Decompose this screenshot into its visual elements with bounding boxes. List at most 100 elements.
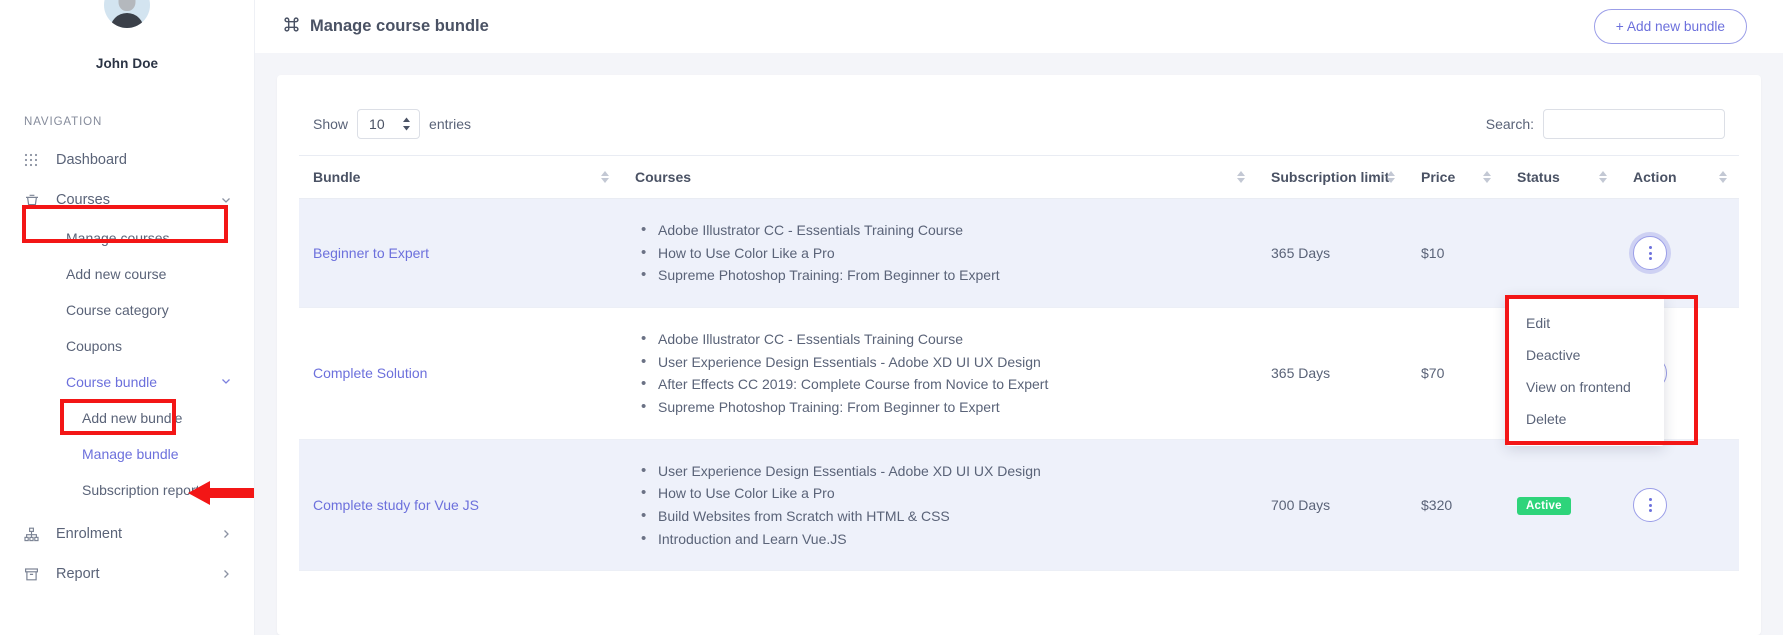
sidebar-item-label: Add new course — [66, 266, 166, 282]
column-label: Price — [1421, 169, 1455, 185]
column-header-price[interactable]: Price — [1407, 156, 1503, 199]
column-header-subscription-limit[interactable]: Subscription limit — [1257, 156, 1407, 199]
sidebar-item-manage-courses[interactable]: Manage courses — [0, 220, 254, 256]
sort-icon — [1237, 171, 1245, 183]
course-list: Adobe Illustrator CC - Essentials Traini… — [635, 219, 1243, 287]
sidebar-item-label: Course bundle — [66, 374, 157, 390]
grid-dots-icon — [24, 153, 46, 167]
column-header-status[interactable]: Status — [1503, 156, 1619, 199]
sidebar-item-report[interactable]: Report — [0, 554, 254, 594]
sidebar-item-add-new-bundle[interactable]: Add new bundle — [0, 400, 254, 436]
course-item: User Experience Design Essentials - Adob… — [639, 351, 1243, 374]
search-label: Search: — [1486, 116, 1534, 132]
cell-courses: User Experience Design Essentials - Adob… — [621, 439, 1257, 571]
table-controls: Show 10 25 50 100 — [299, 101, 1739, 155]
add-new-bundle-button[interactable]: + Add new bundle — [1594, 9, 1747, 44]
course-item: After Effects CC 2019: Complete Course f… — [639, 373, 1243, 396]
course-item: Adobe Illustrator CC - Essentials Traini… — [639, 328, 1243, 351]
chevron-right-icon — [220, 528, 232, 540]
sitemap-icon — [24, 527, 46, 542]
sidebar-item-label: Manage courses — [66, 230, 170, 246]
cell-price: $10 — [1407, 199, 1503, 308]
cell-status: Active — [1503, 439, 1619, 571]
sidebar-item-label: Enrolment — [46, 526, 220, 542]
cell-subscription-limit: 365 Days — [1257, 308, 1407, 440]
sidebar-item-label: Course category — [66, 302, 169, 318]
nav-section-heading: NAVIGATION — [0, 78, 254, 140]
course-item: How to Use Color Like a Pro — [639, 482, 1243, 505]
sidebar-item-course-bundle[interactable]: Course bundle — [0, 364, 254, 400]
column-label: Status — [1517, 169, 1560, 185]
profile-name: John Doe — [0, 56, 254, 71]
dropdown-item-delete[interactable]: Delete — [1506, 403, 1664, 435]
sidebar-item-courses[interactable]: Courses — [0, 180, 254, 220]
course-item: Supreme Photoshop Training: From Beginne… — [639, 396, 1243, 419]
page-length-wrap: 10 25 50 100 — [357, 109, 420, 139]
cell-price: $70 — [1407, 308, 1503, 440]
page-topbar: Manage course bundle + Add new bundle — [255, 0, 1783, 53]
sidebar-item-enrolment[interactable]: Enrolment — [0, 514, 254, 554]
profile-banner: John Doe — [0, 0, 254, 78]
search-input[interactable] — [1543, 109, 1725, 139]
table-row: Complete study for Vue JS User Experienc… — [299, 439, 1739, 571]
bundle-link[interactable]: Complete Solution — [313, 365, 427, 381]
sidebar-item-add-new-course[interactable]: Add new course — [0, 256, 254, 292]
sidebar-item-coupons[interactable]: Coupons — [0, 328, 254, 364]
entries-label: entries — [429, 116, 471, 132]
three-dots-vertical-icon — [1649, 498, 1652, 512]
sidebar-item-course-category[interactable]: Course category — [0, 292, 254, 328]
column-header-courses[interactable]: Courses — [621, 156, 1257, 199]
sidebar-item-label: Coupons — [66, 338, 122, 354]
dropdown-item-deactive[interactable]: Deactive — [1506, 339, 1664, 371]
bundle-link[interactable]: Beginner to Expert — [313, 245, 429, 261]
sidebar-item-label: Add new bundle — [82, 410, 182, 426]
sort-icon — [601, 171, 609, 183]
cell-bundle: Complete Solution — [299, 308, 621, 440]
cell-status — [1503, 199, 1619, 308]
sidebar: John Doe NAVIGATION Dashboard — [0, 0, 255, 635]
status-badge: Active — [1517, 497, 1571, 515]
column-header-action[interactable]: Action — [1619, 156, 1739, 199]
column-label: Subscription limit — [1271, 169, 1389, 185]
page-length-select[interactable]: 10 25 50 100 — [357, 109, 420, 139]
table-header-row: Bundle Courses Subscription limit P — [299, 156, 1739, 199]
page-title: Manage course bundle — [283, 16, 489, 38]
column-label: Bundle — [313, 169, 360, 185]
chevron-down-icon — [220, 374, 232, 390]
search-control: Search: — [1486, 109, 1725, 139]
cell-subscription-limit: 700 Days — [1257, 439, 1407, 571]
table-head: Bundle Courses Subscription limit P — [299, 156, 1739, 199]
row-action-menu-button[interactable] — [1633, 236, 1667, 270]
dropdown-item-edit[interactable]: Edit — [1506, 307, 1664, 339]
sidebar-item-label: Report — [46, 566, 220, 582]
column-label: Courses — [635, 169, 691, 185]
dropdown-item-view-on-frontend[interactable]: View on frontend — [1506, 371, 1664, 403]
course-list: Adobe Illustrator CC - Essentials Traini… — [635, 328, 1243, 419]
sort-icon — [1483, 171, 1491, 183]
sidebar-item-manage-bundle[interactable]: Manage bundle — [0, 436, 254, 472]
column-label: Action — [1633, 169, 1677, 185]
sort-icon — [1599, 171, 1607, 183]
sort-icon — [1387, 171, 1395, 183]
chevron-right-icon — [220, 568, 232, 580]
cell-subscription-limit: 365 Days — [1257, 199, 1407, 308]
app-root: John Doe NAVIGATION Dashboard — [0, 0, 1783, 635]
row-action-menu-button[interactable] — [1633, 488, 1667, 522]
column-header-bundle[interactable]: Bundle — [299, 156, 621, 199]
sidebar-item-label: Manage bundle — [82, 446, 179, 462]
chevron-down-icon — [220, 194, 232, 206]
course-item: User Experience Design Essentials - Adob… — [639, 460, 1243, 483]
avatar — [104, 0, 150, 28]
cell-courses: Adobe Illustrator CC - Essentials Traini… — [621, 308, 1257, 440]
row-action-dropdown: Edit Deactive View on frontend Delete — [1506, 296, 1664, 446]
basket-icon — [24, 192, 46, 208]
course-item: Adobe Illustrator CC - Essentials Traini… — [639, 219, 1243, 242]
sidebar-item-subscription-report[interactable]: Subscription report — [0, 472, 254, 508]
avatar-head-icon — [119, 0, 136, 11]
cell-price: $320 — [1407, 439, 1503, 571]
cell-action — [1619, 199, 1739, 308]
sidebar-item-dashboard[interactable]: Dashboard — [0, 140, 254, 180]
course-item: Supreme Photoshop Training: From Beginne… — [639, 264, 1243, 287]
bundle-link[interactable]: Complete study for Vue JS — [313, 497, 479, 513]
course-list: User Experience Design Essentials - Adob… — [635, 460, 1243, 551]
